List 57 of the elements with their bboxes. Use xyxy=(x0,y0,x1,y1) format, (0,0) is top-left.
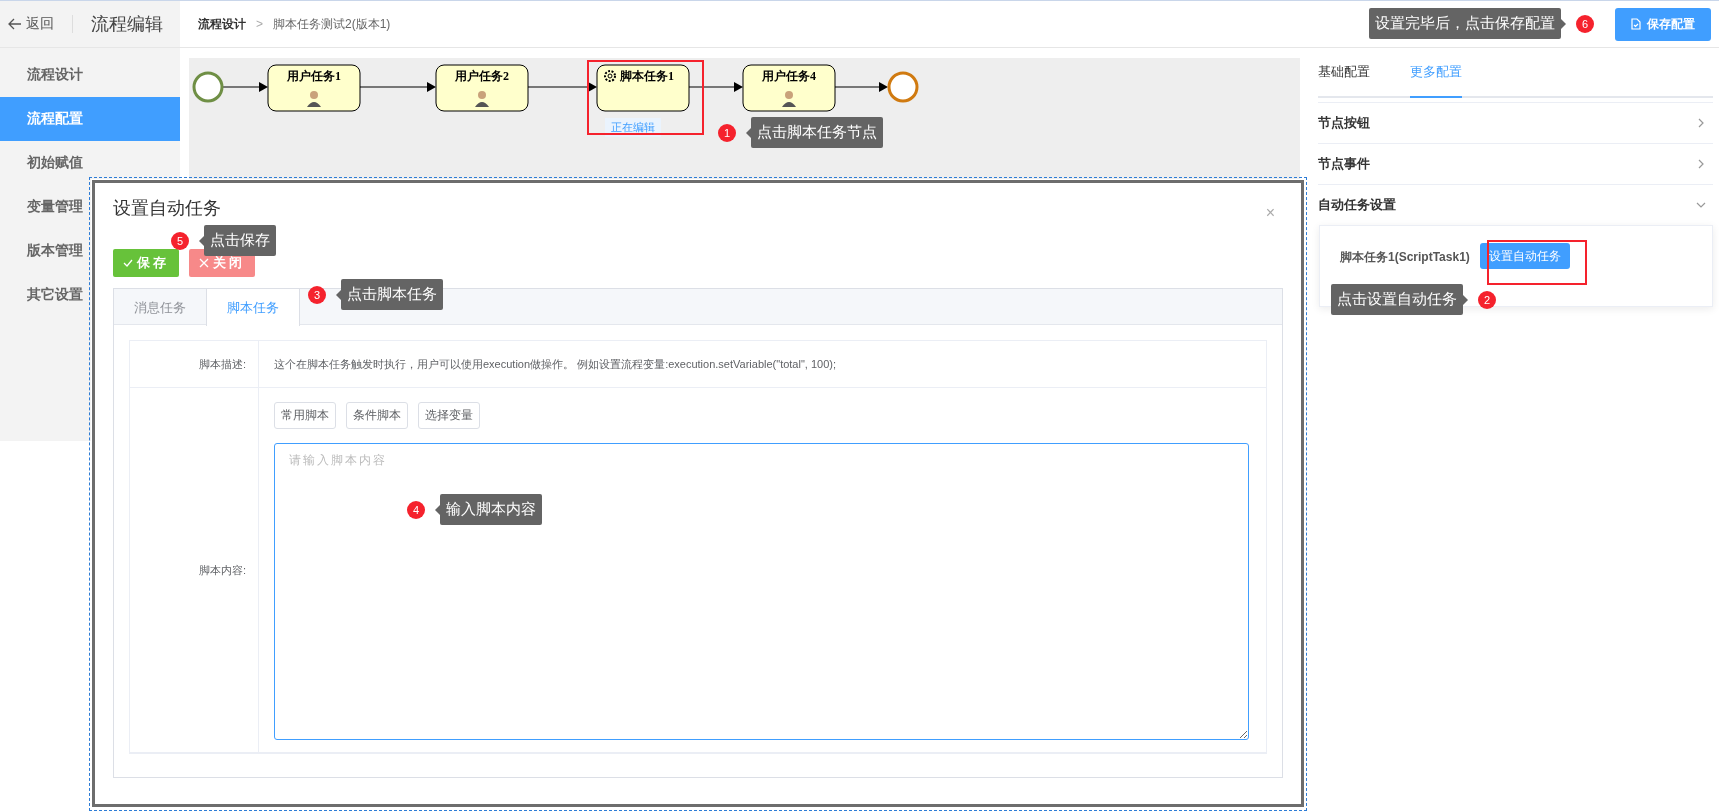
collapse-header[interactable]: 节点按钮 xyxy=(1318,102,1713,143)
flow-arrow xyxy=(834,82,888,92)
dialog-title: 设置自动任务 xyxy=(113,197,221,219)
hint-tooltip: 点击保存 xyxy=(204,225,276,256)
flow-arrow xyxy=(688,82,743,92)
hint-tooltip: 点击脚本任务 xyxy=(341,279,443,310)
field-label: 脚本描述: xyxy=(130,341,259,388)
task-label: 脚本任务1 xyxy=(620,69,674,83)
section-title: 节点按钮 xyxy=(1318,114,1370,132)
flow-arrow xyxy=(222,82,268,92)
hint-tooltip: 点击脚本任务节点 xyxy=(751,117,883,148)
collapse-header[interactable]: 节点事件 xyxy=(1318,143,1713,184)
document-icon xyxy=(1631,18,1641,30)
collapse-header[interactable]: 自动任务设置 xyxy=(1318,184,1713,225)
task-label: 用户任务2 xyxy=(455,69,509,83)
task-node[interactable] xyxy=(267,64,361,112)
arrow-left-icon xyxy=(8,18,22,30)
task-node[interactable] xyxy=(742,64,836,112)
field-label: 脚本内容: xyxy=(130,388,259,753)
x-icon xyxy=(199,258,209,268)
end-event[interactable] xyxy=(887,71,919,103)
person-icon xyxy=(782,91,796,107)
save-config-button[interactable]: 保存配置 xyxy=(1615,7,1711,41)
task-node[interactable] xyxy=(596,64,690,112)
person-icon xyxy=(475,91,489,107)
task-label: 用户任务1 xyxy=(287,69,341,83)
person-icon xyxy=(307,91,321,107)
script-option-button[interactable]: 条件脚本 xyxy=(346,402,408,429)
task-name: 脚本任务1(ScriptTask1) xyxy=(1340,249,1470,266)
set-auto-task-button[interactable]: 设置自动任务 xyxy=(1479,243,1570,269)
sidebar-item[interactable]: 流程配置 xyxy=(0,97,180,141)
script-option-button[interactable]: 常用脚本 xyxy=(274,402,336,429)
flow-arrow xyxy=(527,82,597,92)
breadcrumb-separator: > xyxy=(256,17,263,31)
step-badge: 6 xyxy=(1576,14,1594,33)
panel-tab[interactable]: 基础配置 xyxy=(1318,48,1370,98)
panel-tab[interactable]: 更多配置 xyxy=(1410,48,1462,98)
breadcrumb-item[interactable]: 脚本任务测试2(版本1) xyxy=(273,15,391,33)
section-title: 自动任务设置 xyxy=(1318,196,1396,214)
hint-tooltip: 设置完毕后，点击保存配置 xyxy=(1369,8,1561,39)
sidebar-item[interactable]: 流程设计 xyxy=(0,53,180,97)
step-badge: 2 xyxy=(1478,290,1496,309)
script-option-button[interactable]: 选择变量 xyxy=(418,402,480,429)
back-link[interactable]: 返回 xyxy=(8,15,54,33)
section-title: 节点事件 xyxy=(1318,155,1370,173)
hint-tooltip: 点击设置自动任务 xyxy=(1331,284,1463,315)
task-label: 用户任务4 xyxy=(762,69,816,83)
description-text: 这个在脚本任务触发时执行，用户可以使用execution做操作。 例如设置流程变量:execution.setVariable("total", 100); xyxy=(259,341,1266,388)
gear-icon xyxy=(604,70,616,82)
back-label[interactable]: 返回 xyxy=(26,15,54,33)
page-title: 流程编辑 xyxy=(91,13,163,36)
breadcrumb-item[interactable]: 流程设计 xyxy=(198,15,246,33)
start-event[interactable] xyxy=(192,71,224,103)
dialog-tab[interactable]: 脚本任务 xyxy=(207,289,300,326)
hint-tooltip: 输入脚本内容 xyxy=(440,494,542,525)
check-icon xyxy=(123,258,133,268)
task-node[interactable] xyxy=(435,64,529,112)
